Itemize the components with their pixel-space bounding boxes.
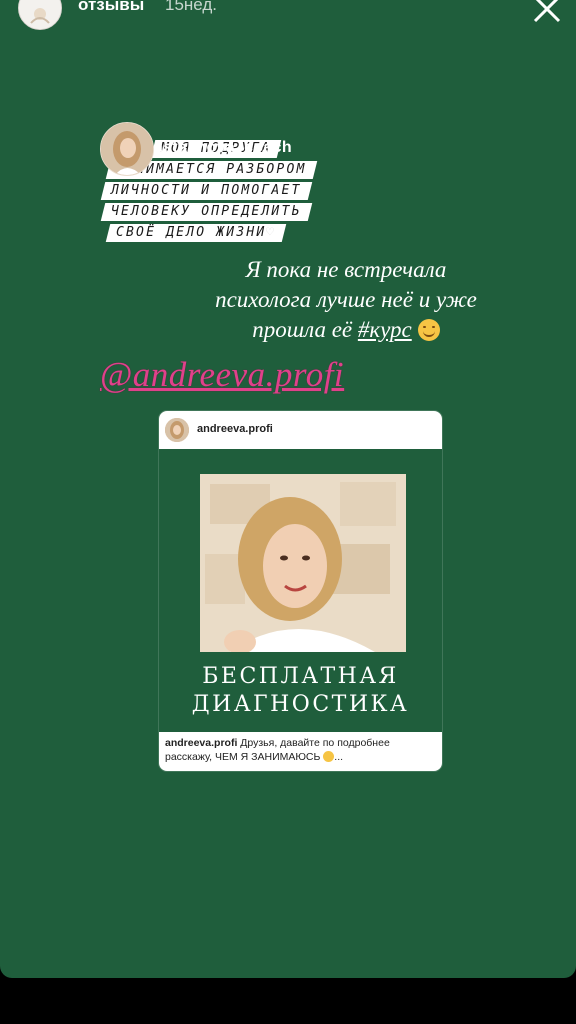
bottom-bar — [0, 978, 576, 1024]
post-username[interactable]: andreeva.profi — [197, 423, 273, 435]
headline-line-1: БЕСПЛАТНАЯ — [202, 664, 399, 689]
post-headline: БЕСПЛАТНАЯ ДИАГНОСТИКА — [159, 663, 442, 719]
sticker-line-3: личности и помогает — [100, 182, 312, 200]
mention-handle[interactable]: astakhova_coach — [154, 139, 292, 157]
story-header: отзывы 15нед. — [0, 0, 576, 30]
caption-line-1: Я пока не встречала — [245, 257, 447, 282]
post-caption: andreeva.profi Друзья, давайте по подроб… — [159, 732, 442, 771]
caption-ellipsis: ... — [334, 751, 344, 763]
mention-link[interactable]: @andreeva.profi — [100, 355, 344, 395]
post-header: andreeva.profi — [159, 411, 442, 449]
caption-username[interactable]: andreeva.profi — [165, 737, 237, 749]
story-username[interactable]: отзывы — [78, 0, 144, 15]
close-icon[interactable] — [530, 0, 564, 26]
post-avatar[interactable] — [165, 418, 189, 442]
caption-text: прошла её — [252, 317, 358, 342]
smile-emoji-icon — [417, 319, 440, 341]
smile-emoji-icon — [323, 751, 335, 762]
sticker-line-4: человеку определить — [100, 203, 312, 221]
caption-line-3: прошла её #курс — [196, 315, 496, 345]
profile-avatar[interactable] — [18, 0, 62, 30]
headline-line-2: ДИАГНОСТИКА — [191, 692, 410, 717]
post-image: БЕСПЛАТНАЯ ДИАГНОСТИКА — [159, 449, 442, 732]
portrait-photo — [200, 474, 406, 652]
story-view[interactable]: отзывы 15нед. моя подруга занимается раз… — [0, 0, 576, 978]
story-caption: Я пока не встречала психолога лучше неё … — [196, 255, 496, 345]
text-sticker: моя подруга занимается разбором личности… — [98, 120, 358, 245]
mention-avatar[interactable] — [100, 122, 154, 176]
story-timestamp: 15нед. — [165, 0, 218, 14]
caption-line-2: психолога лучше неё и уже — [215, 287, 477, 312]
shared-post-card[interactable]: andreeva.profi БЕСПЛАТНАЯ ДИАГНОСТИКА an… — [159, 411, 442, 771]
hashtag-link[interactable]: #курс — [358, 317, 412, 342]
sticker-line-5: своё дело жизни ♡ — [105, 224, 287, 242]
